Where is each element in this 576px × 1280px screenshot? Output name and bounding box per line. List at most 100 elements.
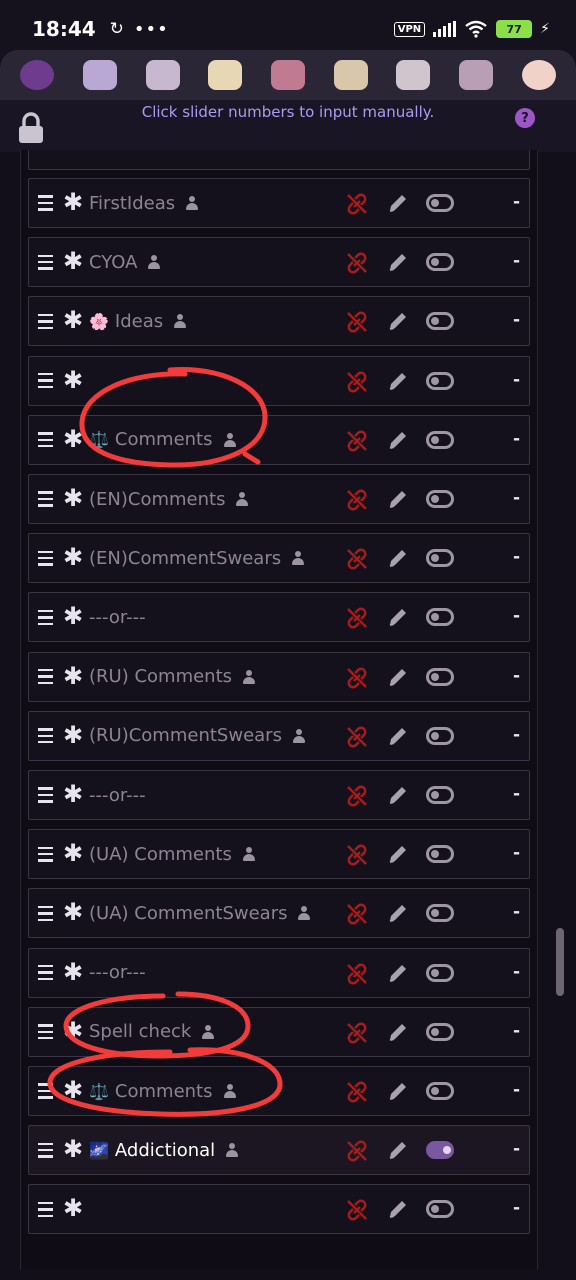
list-row[interactable]: ✱ CYOA - [28,237,530,288]
edit-icon[interactable] [387,547,409,569]
edit-icon[interactable] [387,1080,409,1102]
list-row[interactable]: ✱ ---or--- - [28,947,530,998]
row-suffix[interactable]: - [513,843,520,863]
enable-toggle[interactable] [426,430,454,449]
enable-toggle[interactable] [426,490,454,508]
pastel-cake-icon[interactable] [455,54,497,96]
list-row[interactable]: ✱ 🌸 Ideas - [28,296,530,347]
drag-handle-icon[interactable] [38,1142,53,1158]
edit-icon[interactable] [387,962,409,984]
unlink-icon[interactable] [345,962,369,986]
unlink-icon[interactable] [345,606,369,630]
edit-icon[interactable] [387,251,409,273]
row-suffix[interactable]: - [513,1139,520,1159]
drag-handle-icon[interactable] [38,432,53,448]
row-suffix[interactable]: - [513,310,520,330]
drag-handle-icon[interactable] [38,491,53,507]
list-row[interactable]: ✱ Spell check - [28,1006,530,1057]
unlink-icon[interactable] [345,1080,369,1104]
edit-icon[interactable] [387,1139,409,1161]
row-suffix[interactable]: - [513,1198,520,1218]
bunny-doll-icon[interactable] [79,54,121,96]
list-row[interactable]: ✱ (EN)CommentSwears - [28,533,530,584]
edit-icon[interactable] [387,310,409,332]
list-row[interactable]: ✱ - [28,1184,530,1235]
drag-handle-icon[interactable] [38,1201,53,1217]
list-row[interactable]: ✱ (UA) CommentSwears - [28,888,530,939]
enable-toggle[interactable] [426,1200,454,1219]
round-cake-icon[interactable] [267,54,309,96]
unlink-icon[interactable] [345,192,369,216]
drag-handle-icon[interactable] [38,373,53,389]
macaron-icon[interactable] [392,54,434,96]
cat-avatar-icon[interactable] [518,54,560,96]
unlink-icon[interactable] [345,429,369,453]
list-row[interactable]: ✱ (EN)Comments - [28,474,530,524]
drag-handle-icon[interactable] [38,669,53,685]
drag-handle-icon[interactable] [38,550,53,566]
drag-handle-icon[interactable] [38,195,53,211]
row-suffix[interactable]: - [513,606,520,626]
row-suffix[interactable]: - [513,251,520,271]
enable-toggle[interactable] [426,608,454,627]
edit-icon[interactable] [387,1198,409,1220]
help-button[interactable]: ? [515,108,535,128]
drag-handle-icon[interactable] [38,905,53,921]
row-suffix[interactable]: - [513,784,520,804]
edit-icon[interactable] [387,1021,409,1043]
edit-icon[interactable] [387,429,409,451]
edit-icon[interactable] [387,606,409,628]
drag-handle-icon[interactable] [38,609,53,625]
list-row-partial[interactable] [28,150,530,170]
unlink-icon[interactable] [345,1139,369,1163]
list-row[interactable]: ✱ (UA) Comments - [28,829,530,880]
list-row[interactable]: ✱ ---or--- - [28,592,530,643]
row-suffix[interactable]: - [513,666,520,686]
drag-handle-icon[interactable] [38,313,53,329]
enable-toggle[interactable] [426,845,454,864]
list-row[interactable]: ✱ (RU)CommentSwears - [28,710,530,761]
unlink-icon[interactable] [345,370,369,394]
enable-toggle[interactable] [426,963,454,982]
enable-toggle[interactable] [426,904,454,923]
unlink-icon[interactable] [345,1198,369,1222]
enable-toggle[interactable] [426,312,454,331]
enable-toggle[interactable] [426,1022,454,1041]
list-row[interactable]: ✱ FirstIdeas - [28,178,530,228]
unlink-icon[interactable] [345,488,369,512]
enable-toggle[interactable] [426,253,454,272]
edit-icon[interactable] [387,192,409,214]
unlink-icon[interactable] [345,547,369,571]
unlink-icon[interactable] [345,251,369,275]
list-row[interactable]: ✱ ⚖️ Comments - [28,1066,530,1116]
row-suffix[interactable]: - [513,192,520,212]
row-suffix[interactable]: - [513,1080,520,1100]
unlink-icon[interactable] [345,1021,369,1045]
row-suffix[interactable]: - [513,488,520,508]
enable-toggle[interactable] [426,194,454,212]
enable-toggle[interactable] [426,667,454,686]
list-row[interactable]: ✱ ---or--- - [28,770,530,820]
enable-toggle[interactable] [426,786,454,804]
drag-handle-icon[interactable] [38,965,53,981]
row-suffix[interactable]: - [513,725,520,745]
list-row[interactable]: ✱ - [28,355,530,406]
unlink-icon[interactable] [345,902,369,926]
scrollbar[interactable] [556,928,564,996]
edit-icon[interactable] [387,784,409,806]
drag-handle-icon[interactable] [38,728,53,744]
list-row[interactable]: ✱ 🌌 Addictional - [28,1125,530,1176]
drag-handle-icon[interactable] [38,787,53,803]
unlink-icon[interactable] [345,666,369,690]
planet-character-icon[interactable] [16,54,58,96]
enable-toggle[interactable] [426,549,454,568]
unlink-icon[interactable] [345,784,369,808]
unlink-icon[interactable] [345,310,369,334]
edit-icon[interactable] [387,725,409,747]
edit-icon[interactable] [387,488,409,510]
enable-toggle[interactable] [426,371,454,390]
list-row[interactable]: ✱ ⚖️ Comments - [28,414,530,465]
row-suffix[interactable]: - [513,1021,520,1041]
enable-toggle[interactable] [426,1141,454,1160]
layer-cake-icon[interactable] [330,54,372,96]
